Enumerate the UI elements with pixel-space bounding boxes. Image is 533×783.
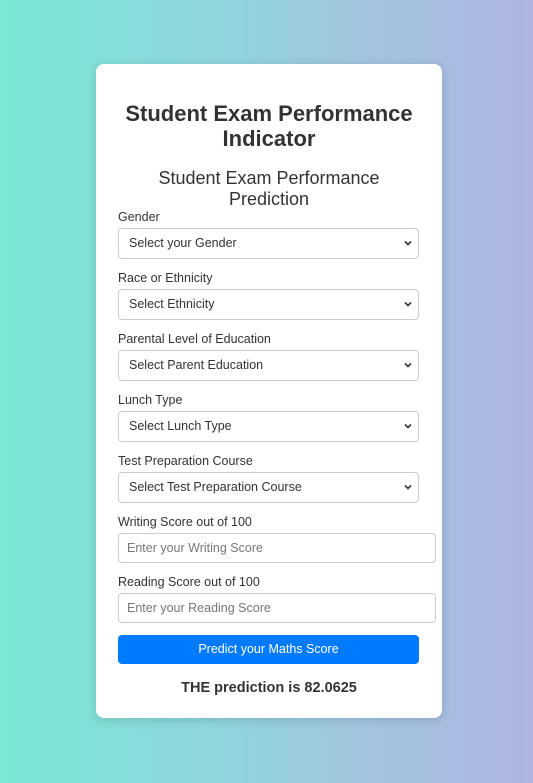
lunch-field: Lunch Type Select Lunch Type [118, 393, 420, 442]
gender-select[interactable]: Select your Gender [118, 228, 419, 259]
chevron-down-icon [404, 362, 412, 368]
test-prep-label: Test Preparation Course [118, 454, 253, 468]
chevron-down-icon [404, 240, 412, 246]
gender-label: Gender [118, 210, 160, 224]
predict-button[interactable]: Predict your Maths Score [118, 635, 419, 664]
ethnicity-select-value: Select Ethnicity [129, 297, 215, 311]
parent-education-select[interactable]: Select Parent Education [118, 350, 419, 381]
parent-education-field: Parental Level of Education Select Paren… [118, 332, 420, 381]
ethnicity-select[interactable]: Select Ethnicity [118, 289, 419, 320]
gender-select-value: Select your Gender [129, 236, 237, 250]
parent-education-label: Parental Level of Education [118, 332, 271, 346]
test-prep-select[interactable]: Select Test Preparation Course [118, 472, 419, 503]
writing-score-label: Writing Score out of 100 [118, 515, 252, 529]
lunch-select[interactable]: Select Lunch Type [118, 411, 419, 442]
gender-field: Gender Select your Gender [118, 210, 420, 259]
lunch-select-value: Select Lunch Type [129, 419, 232, 433]
page-title: Student Exam Performance Indicator [125, 101, 413, 151]
lunch-label: Lunch Type [118, 393, 183, 407]
prediction-result: THE prediction is 82.0625 [181, 680, 357, 696]
writing-score-input[interactable]: Enter your Writing Score [118, 533, 436, 563]
test-prep-select-value: Select Test Preparation Course [129, 480, 302, 494]
chevron-down-icon [404, 423, 412, 429]
writing-score-field: Writing Score out of 100 Enter your Writ… [118, 515, 436, 563]
reading-score-field: Reading Score out of 100 Enter your Read… [118, 575, 436, 623]
ethnicity-label: Race or Ethnicity [118, 271, 213, 285]
parent-education-select-value: Select Parent Education [129, 358, 264, 372]
chevron-down-icon [404, 301, 412, 307]
chevron-down-icon [404, 484, 412, 490]
ethnicity-field: Race or Ethnicity Select Ethnicity [118, 271, 420, 320]
prediction-card: Student Exam Performance Indicator Stude… [96, 64, 442, 718]
form-subtitle: Student Exam Performance Prediction [158, 168, 380, 209]
reading-score-input[interactable]: Enter your Reading Score [118, 593, 436, 623]
reading-score-label: Reading Score out of 100 [118, 575, 260, 589]
test-prep-field: Test Preparation Course Select Test Prep… [118, 454, 420, 503]
